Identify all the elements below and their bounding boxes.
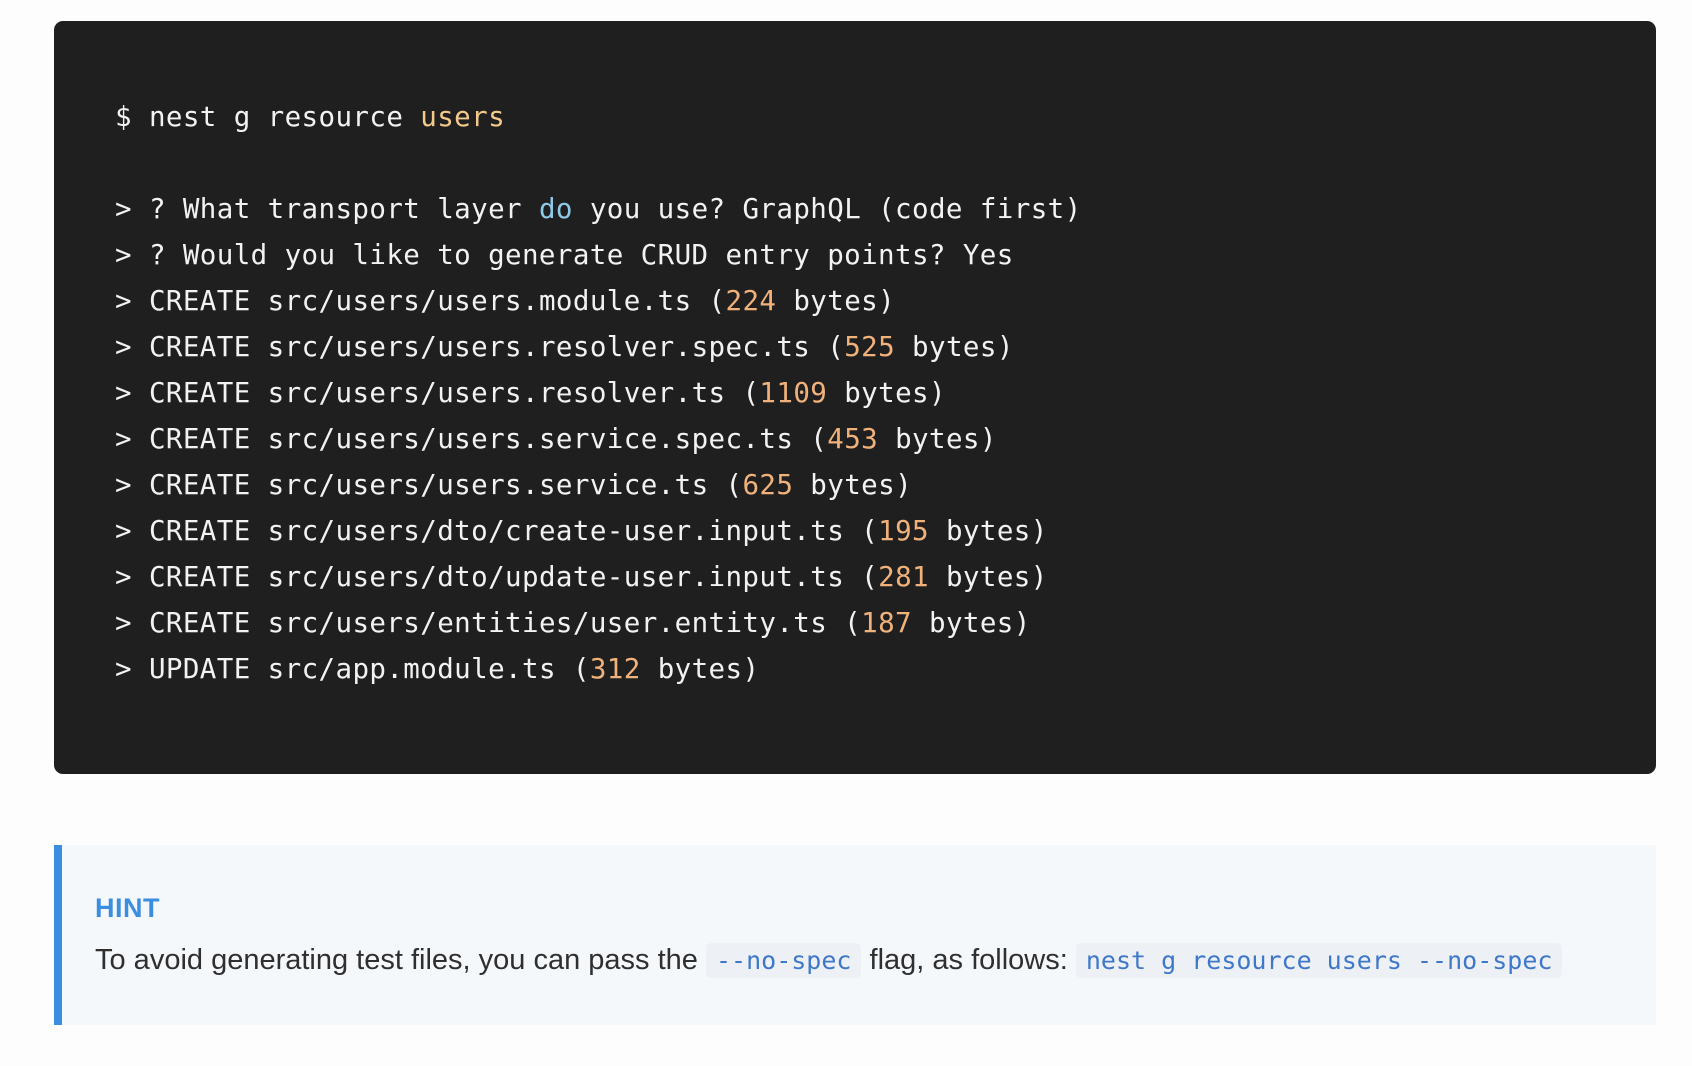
file-size-unit: bytes [928, 607, 1014, 639]
file-path: src/users/users.resolver.spec.ts [267, 331, 811, 363]
command-line: $ nest g resource users [115, 97, 505, 137]
file-size: 224 [725, 285, 777, 317]
line-marker: > [115, 331, 132, 363]
file-path: src/users/users.service.ts [267, 469, 709, 501]
file-size: 281 [878, 561, 929, 593]
file-action: CREATE [148, 515, 251, 547]
file-action: UPDATE [148, 653, 251, 685]
file-action: CREATE [148, 423, 251, 455]
file-line: > CREATE src/users/users.service.ts (625… [115, 469, 913, 501]
file-size: 195 [878, 515, 929, 547]
file-size-unit: bytes [895, 423, 980, 455]
file-size-unit: bytes [793, 285, 879, 317]
line-marker: > [115, 515, 132, 547]
terminal-code-block: $ nest g resource users > ? What transpo… [54, 21, 1656, 774]
file-action: CREATE [148, 285, 251, 317]
inline-code-no-spec: --no-spec [706, 943, 862, 978]
file-path: src/app.module.ts [267, 653, 556, 685]
hint-callout: HINT To avoid generating test files, you… [54, 845, 1656, 1025]
file-path: src/users/entities/user.entity.ts [267, 607, 828, 639]
line-marker: > [115, 561, 132, 593]
line-marker: > [115, 423, 132, 455]
command-arg: users [420, 101, 506, 133]
file-size-unit: bytes [912, 331, 997, 363]
file-line: > CREATE src/users/users.service.spec.ts… [115, 423, 997, 455]
question-keyword: do [538, 193, 573, 225]
line-marker: > [115, 239, 132, 271]
file-line: > CREATE src/users/users.resolver.spec.t… [115, 331, 1014, 363]
question-line-crud: > ? Would you like to generate CRUD entr… [115, 235, 1014, 275]
hint-text-before: To avoid generating test files, you can … [95, 944, 698, 976]
file-line: > CREATE src/users/dto/create-user.input… [115, 515, 1048, 547]
file-size: 187 [861, 607, 913, 639]
file-size-unit: bytes [810, 469, 896, 501]
file-path: src/users/users.resolver.ts [267, 377, 726, 409]
file-line: > CREATE src/users/users.resolver.ts (11… [115, 377, 946, 409]
question-text-pre: ? What transport layer [148, 193, 522, 225]
file-action: CREATE [148, 331, 251, 363]
file-size-unit: bytes [657, 653, 743, 685]
line-marker: > [115, 607, 132, 639]
file-action: CREATE [148, 377, 251, 409]
file-path: src/users/users.module.ts [267, 285, 692, 317]
file-line: > CREATE src/users/users.module.ts (224 … [115, 285, 896, 317]
file-size: 525 [844, 331, 896, 363]
hint-text-middle: flag, as follows: [869, 944, 1068, 976]
prompt-symbol: $ [115, 101, 132, 133]
question-text-post: you use? GraphQL (code first) [589, 193, 1082, 225]
command-text: nest g resource [148, 101, 404, 133]
question-text: ? Would you like to generate CRUD entry … [148, 239, 1014, 271]
file-line: > UPDATE src/app.module.ts (312 bytes) [115, 653, 760, 685]
file-line: > CREATE src/users/entities/user.entity.… [115, 607, 1031, 639]
file-action: CREATE [148, 561, 251, 593]
line-marker: > [115, 653, 132, 685]
file-path: src/users/dto/update-user.input.ts [267, 561, 845, 593]
file-size-unit: bytes [945, 561, 1031, 593]
line-marker: > [115, 193, 132, 225]
question-line-transport: > ? What transport layer do you use? Gra… [115, 189, 1082, 229]
file-size: 453 [827, 423, 879, 455]
file-action: CREATE [148, 469, 251, 501]
line-marker: > [115, 285, 132, 317]
line-marker: > [115, 377, 132, 409]
file-size-unit: bytes [844, 377, 929, 409]
file-path: src/users/dto/create-user.input.ts [267, 515, 845, 547]
file-line: > CREATE src/users/dto/update-user.input… [115, 561, 1048, 593]
hint-text: To avoid generating test files, you can … [95, 940, 1563, 981]
file-size-unit: bytes [945, 515, 1031, 547]
line-marker: > [115, 469, 132, 501]
hint-title: HINT [95, 893, 160, 923]
file-size: 312 [589, 653, 641, 685]
inline-code-command: nest g resource users --no-spec [1075, 943, 1563, 978]
file-path: src/users/users.service.spec.ts [267, 423, 794, 455]
file-size: 1109 [759, 377, 828, 409]
file-size: 625 [742, 469, 794, 501]
file-action: CREATE [148, 607, 251, 639]
